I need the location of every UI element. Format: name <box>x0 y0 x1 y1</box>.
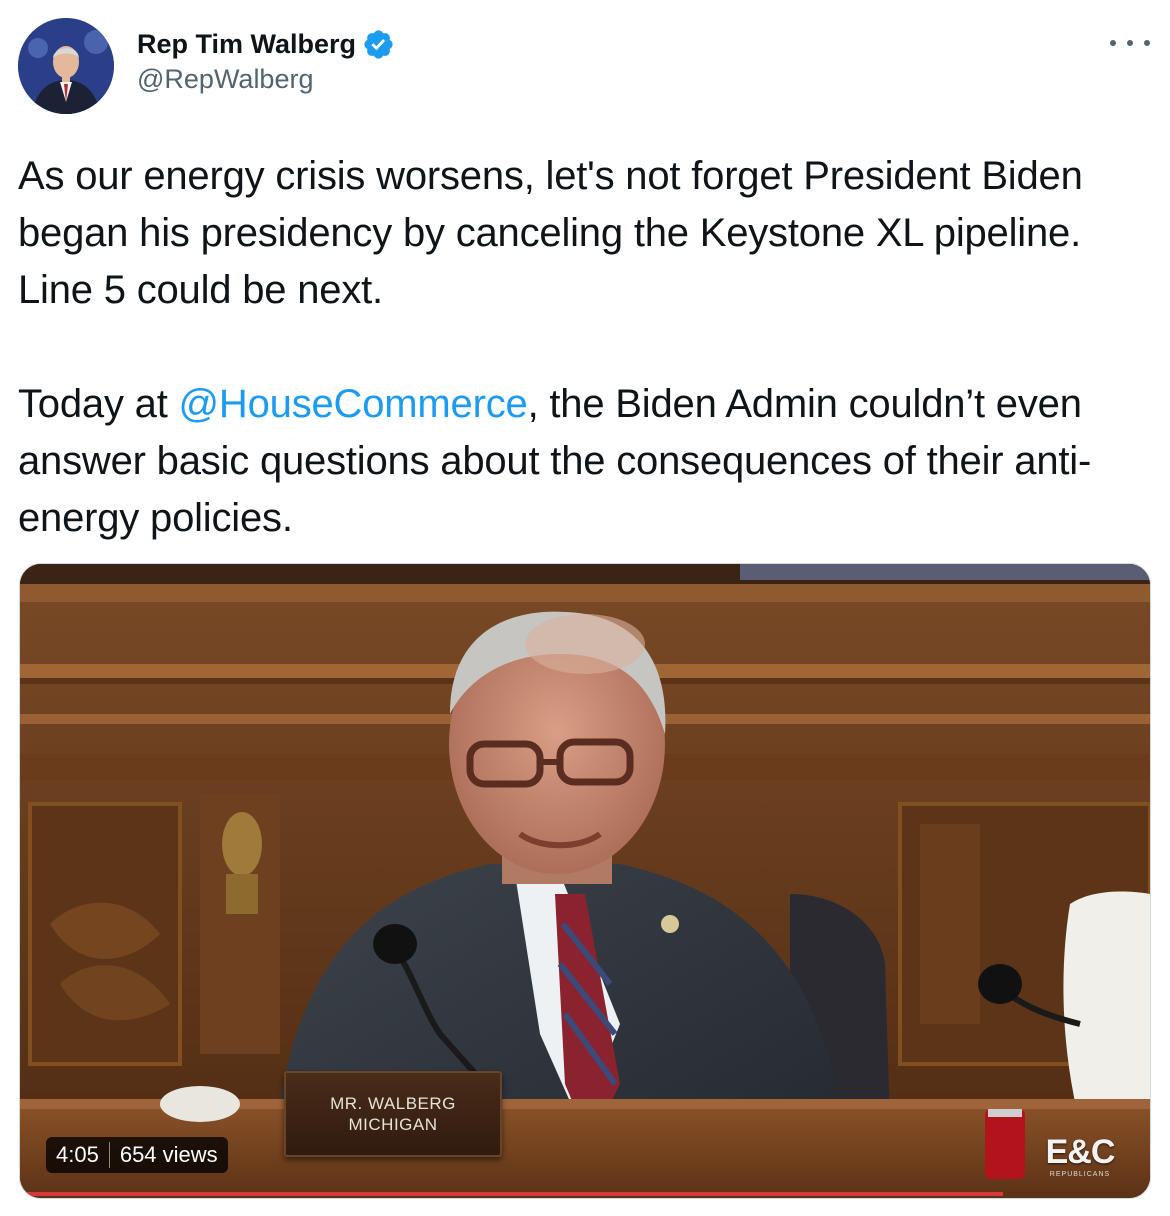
author-info: Rep Tim Walberg @RepWalberg <box>137 26 395 95</box>
nameplate-name: MR. WALBERG <box>330 1094 456 1113</box>
dot <box>1110 40 1116 46</box>
video-duration: 4:05 <box>56 1142 99 1167</box>
video-frame <box>20 564 1150 1198</box>
watermark-main: E&C <box>1045 1133 1116 1171</box>
video-player[interactable]: MR. WALBERG MICHIGAN E&C REPUBLICANS 4:0… <box>19 563 1151 1199</box>
watermark-sub: REPUBLICANS <box>1049 1171 1111 1178</box>
mention-link[interactable]: @HouseCommerce <box>179 382 528 426</box>
author-name-row: Rep Tim Walberg <box>137 26 395 62</box>
video-stats-badge: 4:05 654 views <box>46 1137 228 1173</box>
tweet-text: As our energy crisis worsens, let's not … <box>18 148 1158 547</box>
avatar-photo <box>18 18 114 114</box>
tweet-paragraph-2: Today at @HouseCommerce, the Biden Admin… <box>18 376 1158 547</box>
tweet-paragraph-1: As our energy crisis worsens, let's not … <box>18 154 1083 312</box>
nameplate-state: MICHIGAN <box>348 1115 438 1134</box>
video-progress-bar[interactable] <box>20 1192 1150 1196</box>
author-avatar[interactable] <box>18 18 114 114</box>
author-handle[interactable]: @RepWalberg <box>137 64 395 95</box>
video-progress-fill <box>20 1192 1004 1196</box>
dot <box>1144 40 1150 46</box>
tweet-text-before-mention: Today at <box>18 382 179 426</box>
tweet-card: Rep Tim Walberg @RepWalberg As our energ… <box>0 0 1170 1216</box>
dot <box>1127 40 1133 46</box>
author-name[interactable]: Rep Tim Walberg <box>137 29 356 60</box>
more-options-icon[interactable] <box>1110 30 1150 56</box>
verified-badge-icon <box>364 29 393 59</box>
channel-watermark: E&C REPUBLICANS <box>1030 1134 1130 1192</box>
nameplate: MR. WALBERG MICHIGAN <box>284 1071 502 1157</box>
badge-divider <box>108 1142 110 1168</box>
view-count: 654 views <box>119 1142 218 1167</box>
